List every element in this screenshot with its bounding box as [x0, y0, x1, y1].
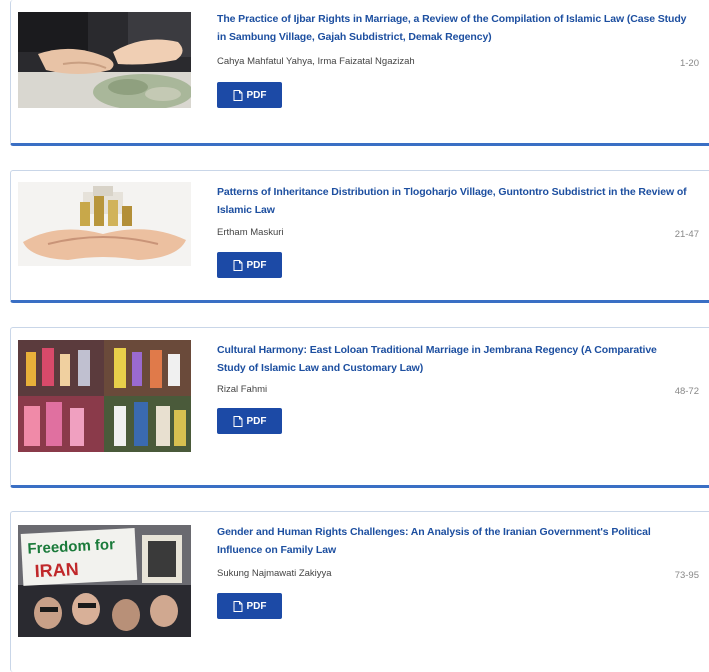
file-icon: [233, 600, 242, 612]
article-pages: 48-72: [674, 386, 699, 397]
file-icon: [233, 89, 242, 101]
article-card: The Practice of Ijbar Rights in Marriage…: [10, 0, 709, 146]
protest-crowd-photo: Freedom for IRAN: [18, 525, 191, 637]
pdf-button[interactable]: PDF: [217, 593, 282, 619]
article-thumbnail[interactable]: Freedom for IRAN: [18, 525, 191, 637]
article-pages: 21-47: [674, 229, 699, 240]
article-authors: Sukung Najmawati Zakiyya: [217, 568, 332, 579]
pdf-button[interactable]: PDF: [217, 408, 282, 434]
article-title-link[interactable]: The Practice of Ijbar Rights in Marriage…: [217, 10, 687, 46]
pdf-button[interactable]: PDF: [217, 252, 282, 278]
article-title-link[interactable]: Gender and Human Rights Challenges: An A…: [217, 523, 687, 559]
pdf-button-label: PDF: [246, 259, 267, 271]
file-icon: [233, 415, 242, 427]
article-title-link[interactable]: Cultural Harmony: East Loloan Traditiona…: [217, 341, 687, 377]
hands-holding-coins-photo: [18, 182, 191, 266]
pdf-button-label: PDF: [246, 89, 267, 101]
article-card: Freedom for IRAN Gender and Human Rights…: [10, 511, 709, 672]
wedding-ceremony-photo: [18, 340, 191, 452]
article-pages: 73-95: [674, 570, 699, 581]
article-authors: Ertham Maskuri: [217, 227, 284, 238]
article-authors: Cahya Mahfatul Yahya, Irma Faizatal Ngaz…: [217, 56, 415, 67]
hands-with-money-photo: [18, 12, 191, 108]
article-thumbnail[interactable]: [18, 12, 191, 108]
article-pages: 1-20: [679, 58, 699, 69]
article-list: The Practice of Ijbar Rights in Marriage…: [0, 0, 709, 672]
article-thumbnail[interactable]: [18, 340, 191, 452]
article-authors: Rizal Fahmi: [217, 384, 268, 395]
pdf-button-label: PDF: [246, 600, 267, 612]
pdf-button[interactable]: PDF: [217, 82, 282, 108]
article-title-link[interactable]: Patterns of Inheritance Distribution in …: [217, 183, 687, 219]
sign-text-iran: IRAN: [34, 559, 79, 581]
file-icon: [233, 259, 242, 271]
article-card: Cultural Harmony: East Loloan Traditiona…: [10, 327, 709, 488]
article-card: Patterns of Inheritance Distribution in …: [10, 170, 709, 303]
article-thumbnail[interactable]: [18, 182, 191, 266]
pdf-button-label: PDF: [246, 415, 267, 427]
